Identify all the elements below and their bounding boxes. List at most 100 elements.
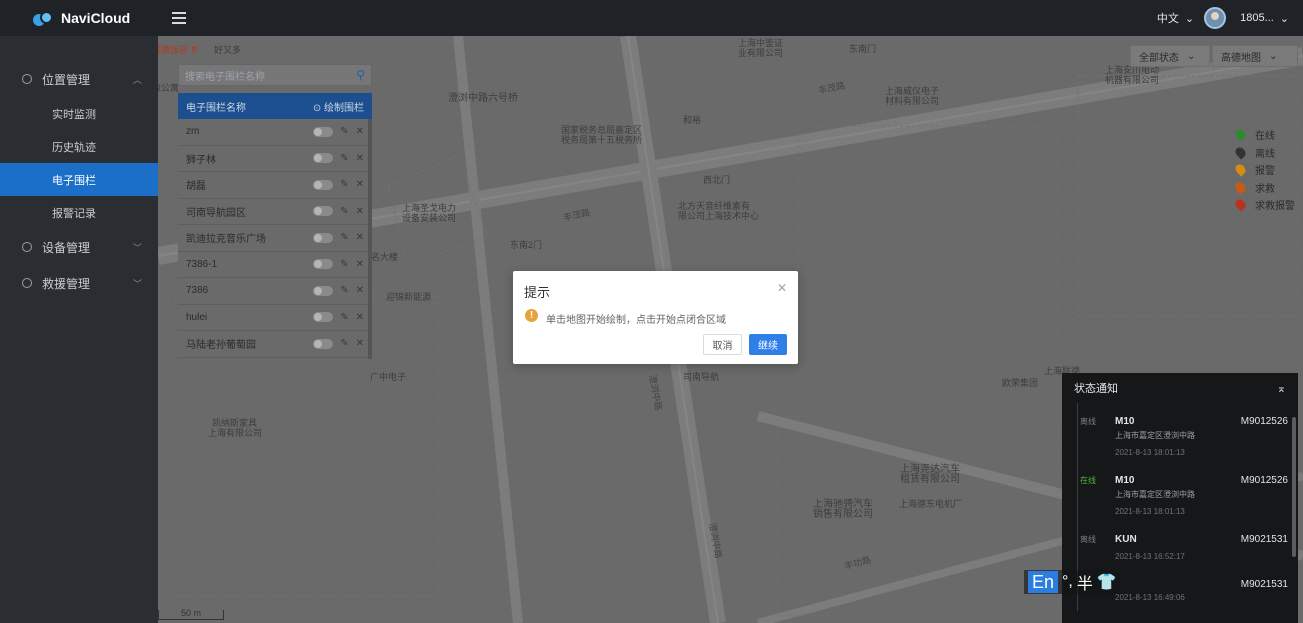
ime-indicator[interactable]: En °, 半 👕	[1024, 570, 1121, 594]
map-label: 北方天音纤维素有	[678, 201, 751, 211]
edit-icon[interactable]: ✎	[340, 126, 348, 137]
top-bar: 中文 ⌄ 1805... ⌄	[158, 0, 1303, 36]
avatar[interactable]	[1204, 7, 1227, 29]
map-label: 设备安装公司	[402, 213, 457, 223]
nav-group-label: 设备管理	[42, 240, 91, 255]
fence-row[interactable]: zm ✎ ✕	[178, 119, 372, 146]
fence-toggle[interactable]	[313, 259, 334, 270]
map-label: 东南2门	[510, 240, 543, 250]
language-select[interactable]: 中文	[1157, 10, 1179, 26]
map-type-select[interactable]: 高德地图 ⌄	[1212, 45, 1298, 67]
draw-fence-button[interactable]: ⊙ 绘制围栏	[313, 99, 364, 114]
close-icon[interactable]: ✕	[356, 259, 364, 270]
map-label: 国家税务总局嘉定区	[561, 125, 643, 135]
map-legend: 在线 离线 报警 求救 求救报警	[1233, 126, 1295, 214]
fence-row[interactable]: 司南导航园区 ✎ ✕	[178, 199, 372, 225]
map-label: 欧荣集团	[1002, 378, 1039, 388]
fence-row[interactable]: 7386-1 ✎ ✕	[178, 252, 372, 278]
username[interactable]: 1805...	[1240, 12, 1274, 24]
cancel-button[interactable]: 取消	[703, 334, 742, 355]
close-icon[interactable]: ✕	[356, 179, 364, 190]
fence-name: 7386-1	[186, 258, 218, 270]
edit-icon[interactable]: ✎	[340, 179, 348, 190]
timeline-line	[1077, 462, 1078, 521]
map-label: 好又多	[214, 45, 242, 55]
edit-icon[interactable]: ✎	[340, 153, 348, 164]
fence-toggle[interactable]	[313, 206, 334, 217]
fence-row[interactable]: hulei ✎ ✕	[178, 305, 372, 331]
fence-row[interactable]: 凯迪拉克音乐广场 ✎ ✕	[178, 225, 372, 252]
menu-toggle-icon[interactable]	[172, 12, 186, 24]
map-label: 上海圣戈电力	[402, 203, 457, 213]
brand[interactable]: NaviCloud	[0, 0, 158, 36]
map-label: 西北门	[703, 175, 731, 185]
fence-name: zm	[186, 126, 200, 138]
status-time: 2021-8-13 18:01:13	[1115, 448, 1185, 457]
edit-icon[interactable]: ✎	[340, 206, 348, 217]
status-item[interactable]: 离线 KUN M9021531 2021-8-13 16:52:17	[1062, 521, 1298, 566]
fence-toggle[interactable]	[313, 126, 334, 137]
close-icon[interactable]: ✕	[356, 153, 364, 164]
fence-toggle[interactable]	[313, 232, 334, 243]
scrollbar[interactable]	[368, 119, 372, 359]
edit-icon[interactable]: ✎	[340, 338, 348, 349]
sidebar-item-geofence[interactable]: 电子围栏	[0, 163, 158, 196]
nav-group-rescue[interactable]: 救援管理 ﹀	[0, 265, 158, 301]
legend-item: 求救报警	[1233, 196, 1295, 214]
fence-row[interactable]: 7386 ✎ ✕	[178, 278, 372, 305]
status-item[interactable]: 离线 M10 M9012526 上海市嘉定区澄浏中路 2021-8-13 18:…	[1062, 403, 1298, 462]
map-label: 上海德东电机厂	[899, 499, 963, 509]
fence-toggle[interactable]	[313, 179, 334, 190]
fence-list-header: 电子围栏名称 ⊙ 绘制围栏	[178, 93, 372, 119]
brand-name: NaviCloud	[61, 10, 131, 26]
collapse-icon[interactable]: ⌅	[1277, 382, 1286, 395]
sidebar-item-alarms[interactable]: 报警记录	[0, 196, 158, 229]
sidebar-item-realtime[interactable]: 实时监测	[0, 97, 158, 130]
chevron-down-icon: ﹀	[132, 278, 142, 289]
map-label: 税务局第十五税务所	[561, 135, 643, 145]
continue-button[interactable]: 继续	[749, 334, 787, 355]
fence-toggle[interactable]	[313, 153, 334, 164]
edit-icon[interactable]: ✎	[340, 285, 348, 296]
chevron-down-icon: ⌄	[1187, 50, 1196, 62]
status-state: 离线	[1080, 417, 1096, 426]
fence-toggle[interactable]	[313, 338, 334, 349]
fence-row[interactable]: 胡磊 ✎ ✕	[178, 172, 372, 199]
map-label: 限公司上海技术中心	[678, 211, 760, 221]
fence-toggle[interactable]	[313, 285, 334, 296]
fence-toggle[interactable]	[313, 312, 334, 323]
scrollbar[interactable]	[1292, 417, 1296, 557]
sidebar-item-history[interactable]: 历史轨迹	[0, 130, 158, 163]
map-label: 销售有限公司	[813, 509, 873, 520]
map-label: 凯纳斯家具	[212, 418, 258, 428]
close-icon[interactable]: ✕	[356, 126, 364, 137]
legend-item: 离线	[1233, 144, 1295, 162]
status-filter-select[interactable]: 全部状态 ⌄	[1130, 45, 1210, 67]
fence-row[interactable]: 狮子林 ✎ ✕	[178, 146, 372, 172]
search-icon[interactable]: ⚲	[356, 68, 365, 82]
map-label: 澄浏中路六号桥	[448, 93, 518, 104]
fence-name: hulei	[186, 311, 208, 323]
edit-icon[interactable]: ✎	[340, 312, 348, 323]
map-type-value: 高德地图	[1221, 52, 1261, 64]
edit-icon[interactable]: ✎	[340, 232, 348, 243]
fence-search-input[interactable]: 搜索电子围栏名称 ⚲	[178, 64, 372, 86]
status-time: 2021-8-13 16:49:06	[1115, 593, 1185, 602]
close-icon[interactable]: ✕	[356, 312, 364, 323]
close-icon[interactable]: ✕	[356, 285, 364, 296]
device-icon	[22, 242, 32, 252]
close-icon[interactable]: ✕	[356, 206, 364, 217]
close-icon[interactable]: ✕	[356, 232, 364, 243]
nav-group-location[interactable]: 位置管理 ︿	[0, 61, 158, 97]
map-label: 盛唐饭店 ⇈	[158, 45, 199, 55]
status-item[interactable]: 在线 M10 M9012526 上海市嘉定区澄浏中路 2021-8-13 18:…	[1062, 462, 1298, 521]
close-icon[interactable]: ✕	[777, 281, 787, 295]
fence-name: 胡磊	[186, 181, 206, 193]
nav-group-devices[interactable]: 设备管理 ﹀	[0, 229, 158, 265]
fence-list-panel: 电子围栏名称 ⊙ 绘制围栏 zm ✎ ✕ 狮子林 ✎ ✕ 胡磊 ✎ ✕ 司南导航园区 ✎ ✕ 凯…	[178, 93, 372, 368]
edit-icon[interactable]: ✎	[340, 259, 348, 270]
fence-row[interactable]: 马陆老孙葡萄园 ✎ ✕	[178, 331, 372, 358]
map-label: 东南门	[849, 44, 877, 54]
close-icon[interactable]: ✕	[356, 338, 364, 349]
sidebar: NaviCloud 位置管理 ︿ 实时监测 历史轨迹 电子围栏 报警记录 设备管…	[0, 0, 158, 623]
